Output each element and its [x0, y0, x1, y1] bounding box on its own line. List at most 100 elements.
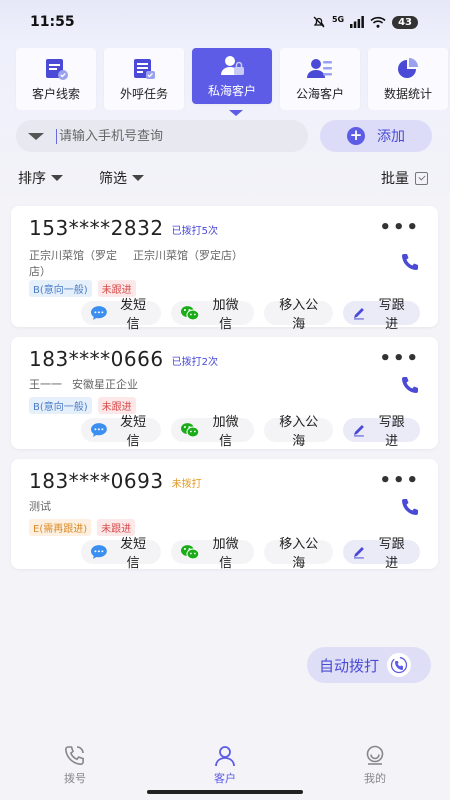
send-sms-button[interactable]: 发短信 — [81, 415, 162, 449]
wechat-icon — [181, 423, 200, 438]
sort-label: 排序 — [18, 171, 46, 187]
nav-profile[interactable]: 我的 — [300, 738, 450, 800]
search-row: + 添加 — [0, 116, 450, 152]
person-lock-icon — [221, 55, 244, 75]
auto-dial-icon — [387, 653, 412, 677]
customer-store: 正宗川菜馆（罗定店） — [133, 249, 243, 262]
move-to-public-button[interactable]: 移入公海 — [263, 537, 334, 571]
phone-dial-icon — [64, 746, 84, 766]
more-options-icon[interactable]: ••• — [379, 472, 420, 490]
add-customer-button[interactable]: + 添加 — [320, 120, 432, 152]
status-time: 11:55 — [30, 14, 75, 30]
send-sms-button[interactable]: 发短信 — [81, 298, 162, 332]
tab-private-customers[interactable]: 私海客户 — [192, 48, 272, 104]
dial-status: 已拨打5次 — [171, 225, 218, 237]
sms-icon — [90, 306, 107, 320]
write-follow-up-button[interactable]: 写跟进 — [343, 537, 420, 571]
search-box — [16, 120, 308, 152]
sms-label: 发短信 — [120, 537, 147, 571]
task-list-icon — [134, 58, 155, 79]
chevron-down-icon — [51, 175, 63, 181]
tab-label: 数据统计 — [383, 86, 432, 101]
sms-label: 发短信 — [120, 415, 147, 449]
battery-indicator: 43 — [392, 15, 418, 29]
tab-outbound-tasks[interactable]: 外呼任务 — [104, 48, 184, 110]
more-options-icon[interactable]: ••• — [379, 350, 420, 368]
tab-data-statistics[interactable]: 数据统计 — [368, 48, 448, 110]
plus-icon: + — [347, 127, 365, 145]
sort-dropdown[interactable]: 排序 — [18, 168, 63, 188]
header-area: 客户线索 外呼任务 私海客户 公海客户 数据统计 请输入手机号查询 + 添加 排… — [0, 44, 450, 206]
dial-status: 未拨打 — [171, 478, 202, 490]
customer-icon — [215, 746, 235, 767]
sms-icon — [90, 545, 107, 559]
send-sms-button[interactable]: 发短信 — [81, 537, 162, 571]
chevron-down-icon — [132, 175, 144, 181]
category-tabs: 客户线索 外呼任务 私海客户 公海客户 数据统计 — [0, 44, 450, 110]
follow-up-label: 写跟进 — [378, 537, 405, 571]
add-wechat-button[interactable]: 加微信 — [171, 537, 254, 571]
nav-label: 拨号 — [64, 772, 86, 785]
phone-call-icon[interactable] — [400, 375, 420, 395]
checkbox-icon — [415, 171, 428, 185]
nav-label: 客户 — [214, 772, 236, 785]
tab-customer-leads[interactable]: 客户线索 — [16, 48, 96, 110]
add-button-label: 添加 — [377, 129, 405, 145]
pie-chart-icon — [398, 57, 418, 78]
follow-up-label: 写跟进 — [378, 415, 405, 449]
customer-company: 正宗川菜馆（罗定店） — [29, 249, 117, 278]
person-list-icon — [307, 58, 332, 78]
nav-dial[interactable]: 拨号 — [0, 738, 150, 800]
tab-public-customers[interactable]: 公海客户 — [280, 48, 360, 110]
signal-icon — [350, 16, 364, 28]
wechat-icon — [181, 306, 200, 321]
phone-call-icon[interactable] — [400, 252, 420, 272]
status-bar: 11:55 5G 43 — [0, 0, 450, 44]
intent-level-tag: B(意向一般) — [29, 280, 92, 297]
move-to-public-button[interactable]: 移入公海 — [263, 298, 334, 332]
add-wechat-button[interactable]: 加微信 — [171, 415, 254, 449]
write-follow-up-button[interactable]: 写跟进 — [343, 298, 420, 332]
auto-dial-button[interactable]: 自动拨打 — [307, 647, 431, 683]
add-wechat-button[interactable]: 加微信 — [171, 298, 254, 332]
customer-phone: 183****0666 — [29, 347, 164, 371]
wechat-label: 加微信 — [212, 298, 239, 332]
filter-row: 排序 筛选 批量 — [0, 156, 450, 200]
sms-icon — [90, 423, 107, 437]
profile-icon — [366, 745, 384, 765]
tab-label: 私海客户 — [207, 83, 256, 98]
wifi-icon — [370, 16, 386, 28]
move-public-label: 移入公海 — [279, 415, 319, 449]
customer-card[interactable]: 183****0693 未拨打 ••• 测试 E(需再跟进) 未跟进 发短信 加… — [11, 459, 438, 571]
home-indicator — [147, 790, 303, 794]
customer-card[interactable]: 153****2832 已拨打5次 ••• 正宗川菜馆（罗定店） 正宗川菜馆（罗… — [11, 206, 438, 332]
pencil-icon — [354, 547, 365, 559]
tab-label: 外呼任务 — [119, 86, 168, 101]
search-type-dropdown[interactable] — [28, 132, 44, 140]
intent-level-tag: B(意向一般) — [29, 397, 92, 414]
filter-label: 筛选 — [99, 171, 127, 187]
more-options-icon[interactable]: ••• — [379, 219, 420, 237]
move-to-public-button[interactable]: 移入公海 — [263, 415, 334, 449]
network-label: 5G — [331, 14, 345, 24]
follow-up-label: 写跟进 — [378, 298, 405, 332]
customer-card[interactable]: 183****0666 已拨打2次 ••• 王一一 安徽星正企业 B(意向一般)… — [11, 337, 438, 449]
customer-phone: 153****2832 — [29, 216, 164, 240]
batch-select-button[interactable]: 批量 — [381, 168, 428, 188]
tab-label: 客户线索 — [31, 86, 80, 101]
customer-contact: 王一一 — [29, 378, 62, 391]
status-icons: 5G 43 — [312, 15, 418, 29]
tab-label: 公海客户 — [295, 86, 344, 101]
pencil-icon — [354, 308, 365, 320]
phone-call-icon[interactable] — [400, 497, 420, 517]
wechat-label: 加微信 — [212, 415, 239, 449]
move-public-label: 移入公海 — [279, 537, 319, 571]
phone-search-input[interactable] — [56, 128, 276, 144]
batch-label: 批量 — [381, 171, 409, 187]
auto-dial-label: 自动拨打 — [319, 656, 380, 675]
write-follow-up-button[interactable]: 写跟进 — [343, 415, 420, 449]
wechat-icon — [181, 545, 200, 560]
clipboard-check-icon — [46, 58, 68, 80]
dial-status: 已拨打2次 — [171, 356, 218, 368]
filter-dropdown[interactable]: 筛选 — [99, 168, 144, 188]
